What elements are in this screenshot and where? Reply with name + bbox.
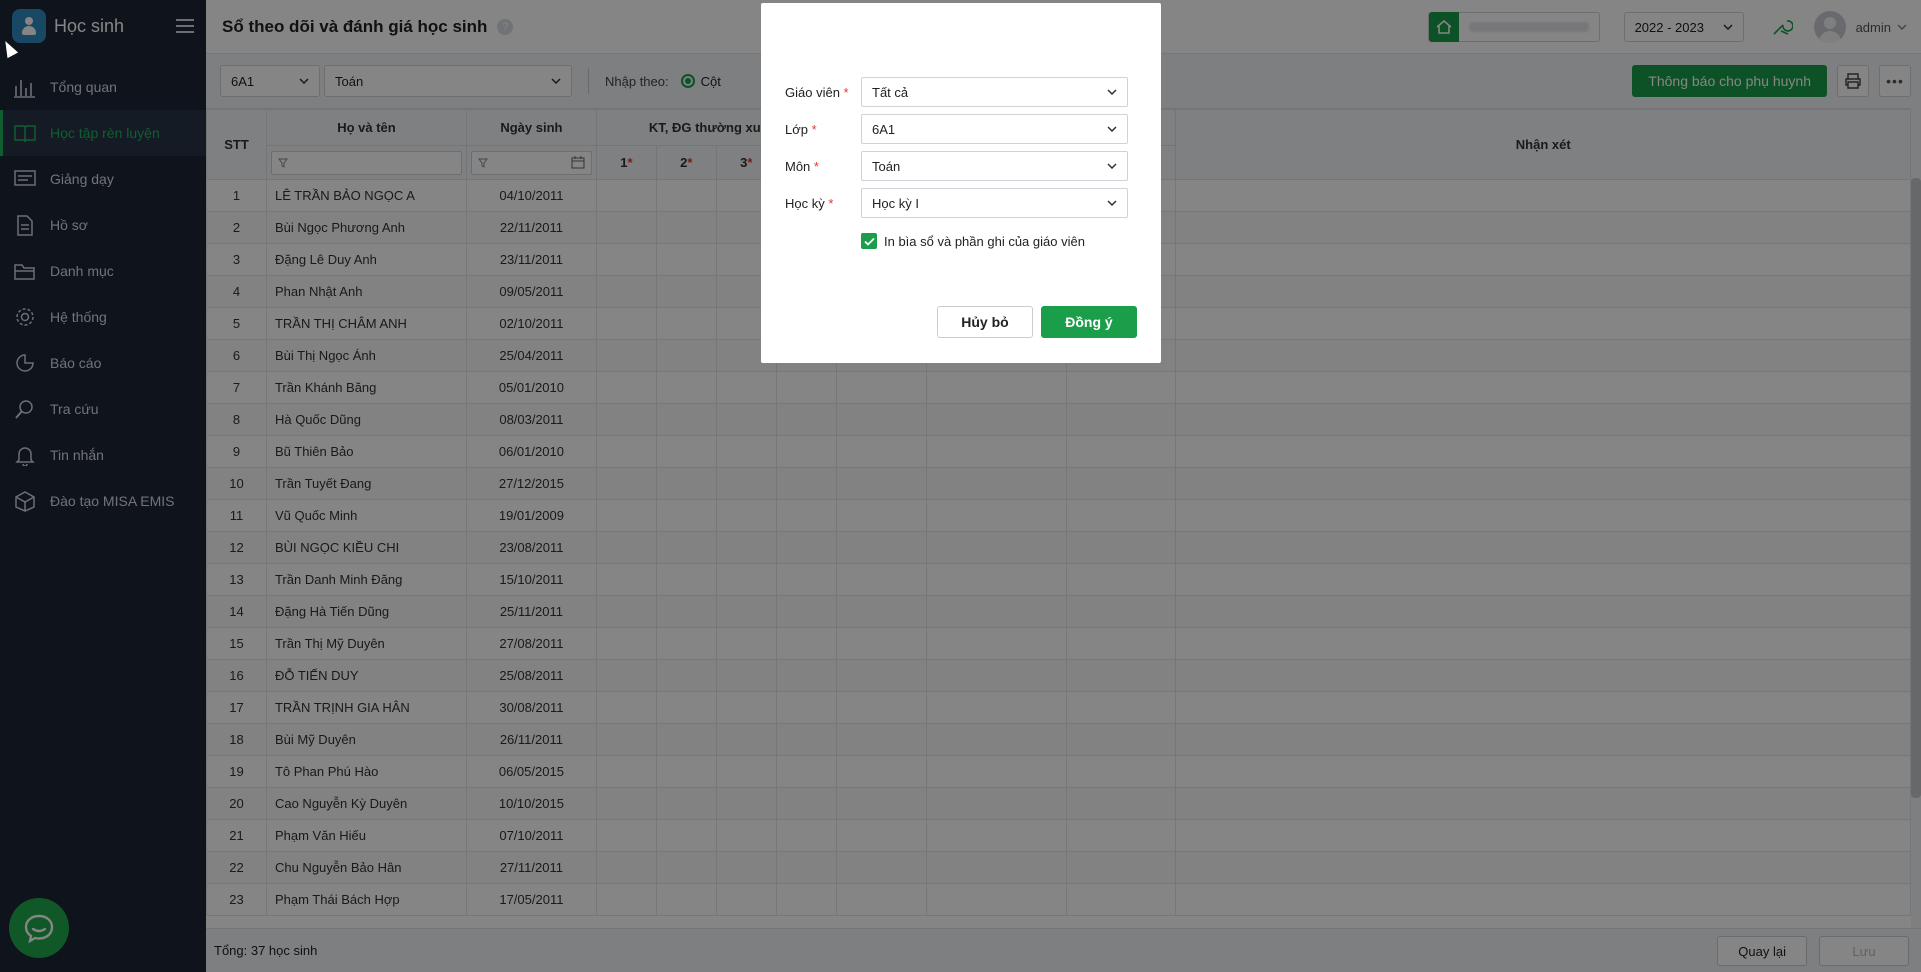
chevron-down-icon (1107, 200, 1117, 206)
semester-row: Học kỳ * Học kỳ I (785, 188, 1128, 218)
teacher-select[interactable]: Tất cả (861, 77, 1128, 107)
print-cover-label: In bìa sổ và phần ghi của giáo viên (884, 233, 1085, 249)
chevron-down-icon (1107, 89, 1117, 95)
subject-dialog-value: Toán (872, 158, 901, 174)
chevron-down-icon (1107, 126, 1117, 132)
teacher-value: Tất cả (872, 84, 909, 100)
semester-value: Học kỳ I (872, 195, 919, 211)
class-row: Lớp * 6A1 (785, 114, 1128, 144)
class-label: Lớp * (785, 121, 817, 137)
confirm-button[interactable]: Đồng ý (1041, 306, 1137, 338)
semester-select[interactable]: Học kỳ I (861, 188, 1128, 218)
teacher-label: Giáo viên * (785, 84, 849, 100)
print-cover-checkbox[interactable] (861, 233, 877, 249)
semester-label: Học kỳ * (785, 195, 834, 211)
subject-row: Môn * Toán (785, 151, 1128, 181)
teacher-row: Giáo viên * Tất cả (785, 77, 1128, 107)
class-dialog-value: 6A1 (872, 121, 896, 137)
check-icon (863, 237, 875, 246)
class-dialog-select[interactable]: 6A1 (861, 114, 1128, 144)
print-cover-option[interactable]: In bìa sổ và phần ghi của giáo viên (861, 233, 1085, 249)
subject-dialog-select[interactable]: Toán (861, 151, 1128, 181)
chevron-down-icon (1107, 163, 1117, 169)
print-dialog: Giáo viên * Tất cả Lớp * 6A1 Môn * Toán … (761, 3, 1161, 363)
cancel-button[interactable]: Hủy bỏ (937, 306, 1033, 338)
subject-label: Môn * (785, 158, 819, 174)
